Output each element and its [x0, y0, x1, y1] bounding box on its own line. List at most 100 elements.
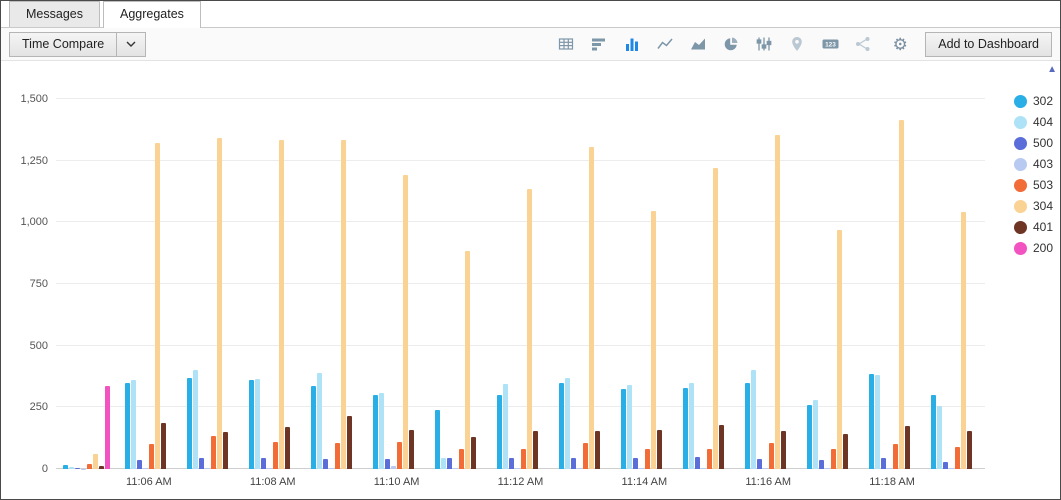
- bar-503[interactable]: [521, 449, 526, 469]
- legend-item[interactable]: 500: [1014, 136, 1053, 150]
- bar-503[interactable]: [645, 449, 650, 469]
- bar-304[interactable]: [651, 211, 656, 469]
- line-chart-icon[interactable]: [656, 35, 674, 53]
- table-icon[interactable]: [557, 35, 575, 53]
- bar-500[interactable]: [137, 460, 142, 469]
- bar-401[interactable]: [843, 434, 848, 469]
- bar-503[interactable]: [955, 447, 960, 469]
- legend-item[interactable]: 401: [1014, 220, 1053, 234]
- bar-404[interactable]: [689, 383, 694, 469]
- map-pin-icon[interactable]: [788, 35, 806, 53]
- legend-item[interactable]: 503: [1014, 178, 1053, 192]
- bar-302[interactable]: [745, 383, 750, 469]
- bar-401[interactable]: [285, 427, 290, 469]
- bar-503[interactable]: [273, 442, 278, 469]
- bar-500[interactable]: [199, 458, 204, 469]
- bar-304[interactable]: [899, 120, 904, 469]
- bar-401[interactable]: [533, 431, 538, 469]
- legend-item[interactable]: 304: [1014, 199, 1053, 213]
- bar-401[interactable]: [347, 416, 352, 469]
- bar-304[interactable]: [775, 135, 780, 469]
- time-compare-button[interactable]: Time Compare: [9, 32, 117, 57]
- bar-500[interactable]: [757, 459, 762, 469]
- bar-500[interactable]: [819, 460, 824, 469]
- bar-503[interactable]: [397, 442, 402, 469]
- bar-304[interactable]: [961, 212, 966, 469]
- bar-404[interactable]: [565, 378, 570, 469]
- bar-304[interactable]: [403, 175, 408, 469]
- legend-item[interactable]: 200: [1014, 241, 1053, 255]
- bar-200[interactable]: [105, 386, 110, 469]
- bar-302[interactable]: [559, 383, 564, 469]
- bar-401[interactable]: [781, 431, 786, 469]
- bar-404[interactable]: [317, 373, 322, 469]
- bar-304[interactable]: [589, 147, 594, 469]
- bar-503[interactable]: [707, 449, 712, 469]
- bar-302[interactable]: [311, 386, 316, 469]
- bar-500[interactable]: [323, 459, 328, 469]
- bar-302[interactable]: [187, 378, 192, 469]
- bar-304[interactable]: [465, 251, 470, 469]
- bar-304[interactable]: [217, 138, 222, 469]
- bar-401[interactable]: [409, 430, 414, 469]
- bar-302[interactable]: [807, 405, 812, 469]
- flow-icon[interactable]: [854, 35, 872, 53]
- legend-item[interactable]: 302: [1014, 94, 1053, 108]
- bar-404[interactable]: [503, 384, 508, 469]
- number-format-icon[interactable]: 123: [821, 35, 839, 53]
- bar-404[interactable]: [379, 393, 384, 469]
- bar-404[interactable]: [875, 375, 880, 469]
- bar-304[interactable]: [713, 168, 718, 469]
- bar-500[interactable]: [881, 458, 886, 469]
- bar-304[interactable]: [527, 189, 532, 469]
- add-to-dashboard-button[interactable]: Add to Dashboard: [925, 32, 1052, 57]
- bar-503[interactable]: [459, 449, 464, 469]
- bar-503[interactable]: [583, 443, 588, 469]
- legend-item[interactable]: 404: [1014, 115, 1053, 129]
- bar-503[interactable]: [149, 444, 154, 469]
- bar-500[interactable]: [695, 457, 700, 469]
- bar-401[interactable]: [719, 425, 724, 469]
- bar-401[interactable]: [657, 430, 662, 469]
- bar-503[interactable]: [335, 443, 340, 469]
- time-compare-dropdown-button[interactable]: [117, 32, 146, 57]
- bar-500[interactable]: [633, 458, 638, 469]
- bar-302[interactable]: [621, 389, 626, 469]
- bar-404[interactable]: [751, 370, 756, 469]
- bar-503[interactable]: [211, 436, 216, 469]
- bar-500[interactable]: [571, 458, 576, 469]
- bar-404[interactable]: [627, 385, 632, 469]
- bar-503[interactable]: [893, 444, 898, 469]
- sliders-icon[interactable]: [755, 35, 773, 53]
- bar-404[interactable]: [131, 380, 136, 469]
- bar-500[interactable]: [943, 462, 948, 469]
- bar-404[interactable]: [441, 458, 446, 469]
- bar-404[interactable]: [255, 379, 260, 469]
- bar-304[interactable]: [93, 454, 98, 469]
- bar-401[interactable]: [161, 423, 166, 469]
- bar-503[interactable]: [831, 449, 836, 469]
- tab-messages[interactable]: Messages: [9, 1, 100, 27]
- legend-item[interactable]: 403: [1014, 157, 1053, 171]
- scroll-up-arrow[interactable]: ▲: [1047, 64, 1057, 75]
- bar-500[interactable]: [447, 458, 452, 469]
- bar-404[interactable]: [813, 400, 818, 469]
- bar-401[interactable]: [223, 432, 228, 469]
- bar-302[interactable]: [125, 383, 130, 469]
- bar-401[interactable]: [595, 431, 600, 469]
- bar-404[interactable]: [193, 370, 198, 469]
- bar-304[interactable]: [279, 140, 284, 469]
- bar-304[interactable]: [837, 230, 842, 469]
- bar-302[interactable]: [373, 395, 378, 469]
- bar-302[interactable]: [683, 388, 688, 469]
- tab-aggregates[interactable]: Aggregates: [103, 1, 201, 28]
- bar-404[interactable]: [937, 406, 942, 469]
- horizontal-bar-chart-icon[interactable]: [590, 35, 608, 53]
- bar-500[interactable]: [261, 458, 266, 469]
- bar-500[interactable]: [385, 459, 390, 469]
- bar-304[interactable]: [155, 143, 160, 469]
- bar-503[interactable]: [769, 443, 774, 469]
- bar-chart-icon[interactable]: [623, 35, 641, 53]
- bar-302[interactable]: [249, 380, 254, 469]
- pie-chart-icon[interactable]: [722, 35, 740, 53]
